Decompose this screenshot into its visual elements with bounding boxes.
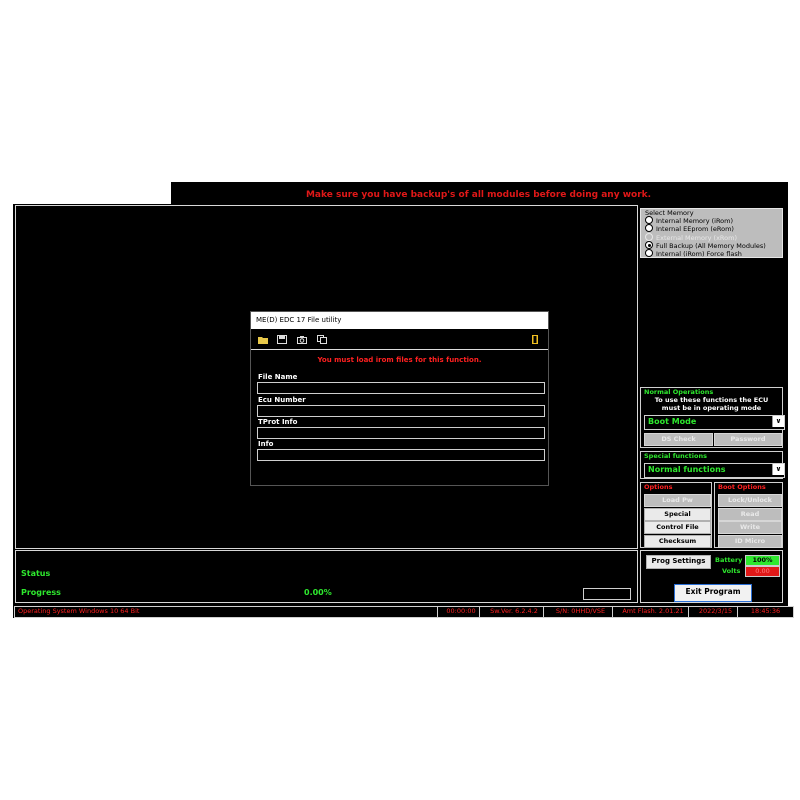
progress-indicator-box (583, 588, 631, 600)
volts-label: Volts (722, 567, 741, 575)
radio-button[interactable] (645, 241, 653, 249)
exit-program-button[interactable]: Exit Program (674, 584, 752, 602)
special-functions-title: Special functions (644, 452, 707, 460)
backup-warning: Make sure you have backup's of all modul… (305, 190, 652, 200)
exit-door-icon[interactable] (532, 335, 538, 344)
radio-label: Internal EEprom (eRom) (656, 225, 734, 233)
software-version: Sw.Ver. 6.2.4.2 (479, 606, 549, 618)
radio-force-flash[interactable]: Internal (iRom) Force flash (645, 249, 742, 258)
boot-options-title: Boot Options (718, 483, 766, 491)
lock-unlock-button[interactable]: Lock/Unlock (718, 494, 782, 507)
tprot-info-field[interactable] (257, 427, 545, 439)
info-label: Info (258, 440, 274, 448)
radio-button[interactable] (645, 224, 653, 232)
radio-internal-eeprom[interactable]: Internal EEprom (eRom) (645, 224, 734, 233)
special-functions-group: Special functions Normal functions ∨ (640, 451, 785, 479)
radio-button (645, 233, 653, 241)
special-functions-select[interactable]: Normal functions ∨ (644, 463, 785, 478)
password-button[interactable]: Password (714, 433, 782, 446)
file-utility-dialog: ME(D) EDC 17 File utility You must load … (250, 311, 549, 486)
settings-panel: Prog Settings Battery 100% Volts 0.00 Ex… (640, 550, 783, 603)
mode-select-value: Boot Mode (648, 417, 697, 426)
options-group: Options Load Pw Special Control File Che… (640, 482, 712, 548)
progress-value: 0.00% (304, 588, 332, 597)
chevron-down-icon[interactable]: ∨ (772, 416, 784, 427)
load-pw-button[interactable]: Load Pw (644, 494, 711, 507)
ds-check-button[interactable]: DS Check (644, 433, 713, 446)
dialog-title: ME(D) EDC 17 File utility (251, 312, 548, 329)
write-button[interactable]: Write (718, 521, 782, 534)
ecu-number-field[interactable] (257, 405, 545, 417)
chevron-down-icon[interactable]: ∨ (772, 464, 784, 475)
copy-icon[interactable] (317, 335, 327, 344)
radio-button[interactable] (645, 216, 653, 224)
mode-select[interactable]: Boot Mode ∨ (644, 415, 785, 430)
file-name-label: File Name (258, 373, 298, 381)
normal-operations-group: Normal Operations To use these functions… (640, 387, 785, 448)
read-button[interactable]: Read (718, 508, 782, 521)
boot-options-group: Boot Options Lock/Unlock Read Write ID M… (714, 482, 783, 548)
radio-label: Internal (iRom) Force flash (656, 250, 742, 258)
timer: 00:00:00 (437, 606, 485, 618)
camera-icon[interactable] (297, 335, 307, 344)
info-field[interactable] (257, 449, 545, 461)
clock: 18:45:36 (737, 606, 794, 618)
battery-label: Battery (715, 556, 743, 564)
radio-button[interactable] (645, 249, 653, 257)
date: 2022/3/15 (688, 606, 743, 618)
save-icon[interactable] (277, 335, 287, 344)
options-title: Options (644, 483, 673, 491)
special-functions-value: Normal functions (648, 465, 726, 474)
dialog-toolbar (251, 330, 548, 350)
prog-settings-button[interactable]: Prog Settings (646, 555, 711, 569)
amt-flash-version: Amt Flash. 2.01.21 (612, 606, 694, 618)
status-label: Status (21, 569, 51, 578)
serial-number: S/N: 0HHD/VSE (543, 606, 618, 618)
window-corner-gap (13, 182, 171, 204)
progress-label: Progress (21, 588, 61, 597)
operating-mode-note-2: must be in operating mode (661, 404, 762, 412)
dialog-message: You must load irom files for this functi… (317, 356, 482, 364)
id-micro-button[interactable]: ID Micro (718, 535, 782, 548)
open-folder-icon[interactable] (258, 335, 268, 344)
battery-value: 100% (745, 555, 780, 566)
normal-operations-title: Normal Operations (644, 388, 714, 396)
os-info: Operating System Windows 10 64 Bit (14, 606, 441, 618)
file-name-field[interactable] (257, 382, 545, 394)
checksum-button[interactable]: Checksum (644, 535, 711, 548)
status-panel: Status Progress 0.00% (15, 550, 638, 603)
select-memory-group: Select Memory Internal Memory (iRom) Int… (640, 208, 783, 258)
ecu-number-label: Ecu Number (258, 396, 306, 404)
control-file-button[interactable]: Control File (644, 521, 711, 534)
operating-mode-note-1: To use these functions the ECU (654, 396, 769, 404)
tprot-info-label: TProt Info (258, 418, 298, 426)
special-button[interactable]: Special (644, 508, 711, 521)
volts-value: 0.00 (745, 566, 780, 577)
